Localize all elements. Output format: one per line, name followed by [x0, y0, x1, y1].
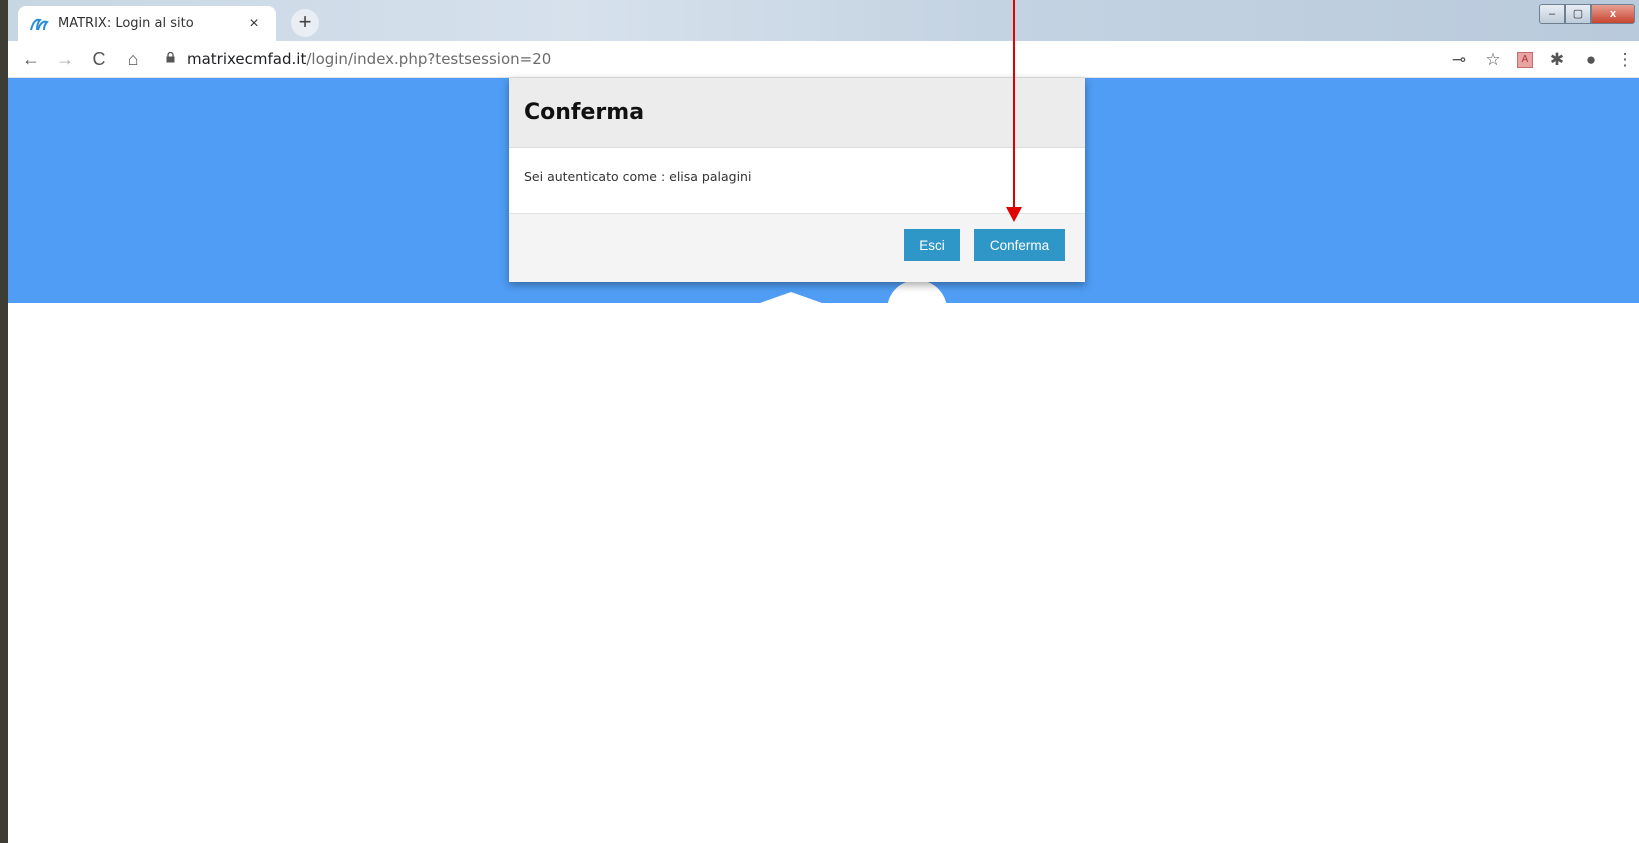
new-tab-button[interactable]: + [291, 9, 319, 37]
minimize-button[interactable]: – [1539, 4, 1565, 24]
back-icon[interactable]: ← [14, 49, 48, 70]
tab-close-icon[interactable]: × [244, 15, 264, 33]
confirm-dialog: Conferma Sei autenticato come : elisa pa… [509, 78, 1085, 282]
window-controls: – ▢ x [1539, 4, 1635, 24]
esci-button[interactable]: Esci [904, 229, 960, 261]
url-host: matrixecmfad.it [187, 50, 307, 68]
lock-icon[interactable] [166, 51, 175, 66]
address-bar[interactable]: matrixecmfad.it/login/index.php?testsess… [156, 44, 1356, 74]
star-icon[interactable]: ☆ [1483, 50, 1503, 70]
tab-title: MATRIX: Login al sito [58, 16, 194, 31]
puzzle-extensions-icon[interactable]: ✱ [1547, 50, 1567, 70]
close-window-button[interactable]: x [1591, 4, 1635, 24]
browser-tab[interactable]: MATRIX: Login al sito × [18, 6, 276, 41]
dialog-title: Conferma [524, 100, 645, 125]
pdf-extension-icon[interactable]: A [1517, 51, 1533, 68]
profile-icon[interactable]: ● [1581, 50, 1601, 70]
forward-icon[interactable]: → [48, 49, 82, 70]
browser-window: MATRIX: Login al sito × + – ▢ x ← → C ⌂ … [8, 0, 1639, 843]
page-body [8, 303, 1639, 843]
home-icon[interactable]: ⌂ [116, 49, 150, 70]
tab-strip: MATRIX: Login al sito × + – ▢ x [8, 0, 1639, 41]
conferma-button[interactable]: Conferma [974, 229, 1065, 261]
dialog-message: Sei autenticato come : elisa palagini [524, 169, 752, 184]
key-icon[interactable]: ⊸ [1449, 50, 1469, 70]
graduation-cap-icon [760, 292, 822, 303]
annotation-arrow-line [1013, 0, 1015, 208]
dialog-body: Sei autenticato come : elisa palagini [509, 148, 1085, 214]
matrix-logo-icon [30, 16, 50, 32]
annotation-arrow-head [1006, 207, 1022, 222]
menu-icon[interactable]: ⋮ [1615, 50, 1635, 70]
dialog-footer: Esci Conferma [509, 214, 1085, 282]
browser-toolbar: ← → C ⌂ matrixecmfad.it/login/index.php?… [8, 41, 1639, 78]
reload-icon[interactable]: C [82, 49, 116, 70]
url-path: /login/index.php?testsession=20 [306, 50, 552, 68]
toolbar-actions: ⊸ ☆ A ✱ ● ⋮ [1449, 41, 1635, 78]
maximize-button[interactable]: ▢ [1565, 4, 1591, 24]
dialog-header: Conferma [509, 78, 1085, 148]
